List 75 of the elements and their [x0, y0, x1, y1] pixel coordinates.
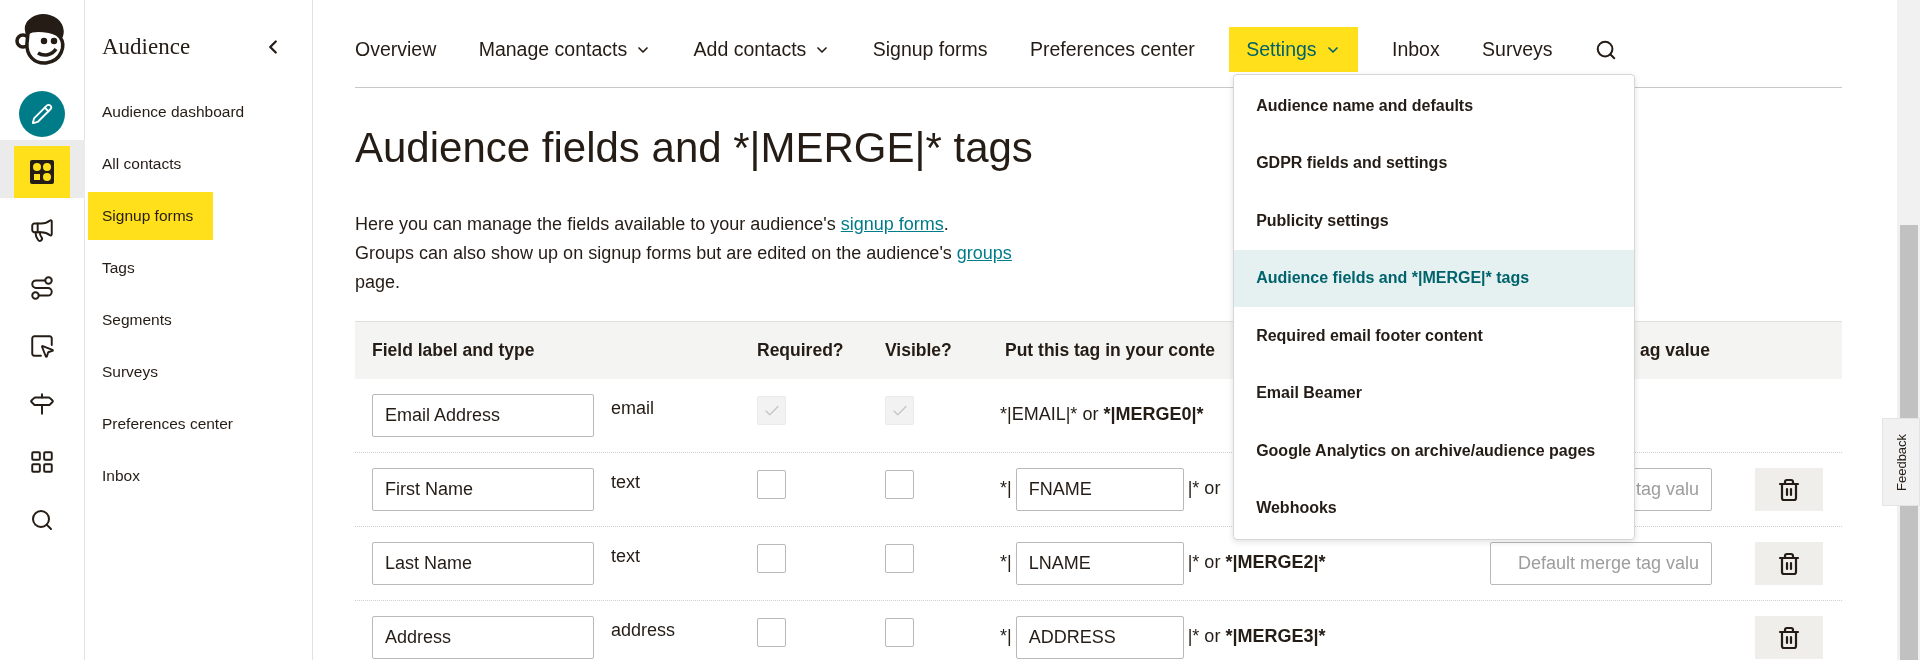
- signpost-icon[interactable]: [29, 391, 55, 417]
- nav-tab[interactable]: Manage contacts: [478, 27, 652, 72]
- trash-icon: [1777, 551, 1801, 576]
- merge-tag-input[interactable]: LNAME: [1015, 542, 1184, 585]
- merge-tag-text: |* or *|MERGE2|*: [1187, 552, 1326, 573]
- search-icon[interactable]: [30, 508, 54, 532]
- field-label-input[interactable]: First Name: [372, 468, 594, 511]
- column-header: Visible?: [884, 340, 953, 361]
- required-checkbox[interactable]: [757, 618, 786, 647]
- delete-button[interactable]: [1755, 616, 1823, 659]
- sidebar-item[interactable]: All contacts: [88, 140, 202, 188]
- merge-tag-input[interactable]: ADDRESS: [1015, 616, 1184, 659]
- field-label-input[interactable]: Address: [372, 616, 594, 659]
- delete-button[interactable]: [1755, 542, 1823, 585]
- nav-tab[interactable]: Add contacts: [693, 27, 831, 72]
- window-cursor-icon[interactable]: [29, 333, 55, 359]
- megaphone-icon[interactable]: [29, 217, 55, 243]
- sidebar-item[interactable]: Segments: [88, 296, 192, 344]
- route-icon[interactable]: [29, 275, 55, 301]
- tag-prefix: *|: [1000, 552, 1012, 573]
- text-link[interactable]: signup forms: [840, 214, 944, 234]
- sidebar-item[interactable]: Audience dashboard: [88, 88, 265, 136]
- sidebar-item[interactable]: Tags: [88, 244, 155, 292]
- field-type: address: [611, 620, 676, 641]
- page-title: Audience fields and *|MERGE|* tags: [355, 124, 1033, 172]
- pencil-icon: [31, 103, 53, 125]
- menu-item[interactable]: Webhooks: [1234, 479, 1635, 537]
- visible-checkbox[interactable]: [885, 544, 914, 573]
- field-type: email: [611, 398, 654, 419]
- default-value-input[interactable]: Default merge tag valu: [1490, 542, 1712, 585]
- sidebar-title: Audience: [102, 34, 191, 60]
- column-header: Put this tag in your conte: [1004, 340, 1216, 361]
- merge-tag-text: |* or *|MERGE3|*: [1187, 626, 1326, 647]
- nav-tab[interactable]: Overview: [355, 27, 437, 72]
- menu-item[interactable]: Email Beamer: [1234, 364, 1635, 422]
- sidebar-item[interactable]: Surveys: [88, 348, 178, 396]
- visible-checkbox[interactable]: [885, 470, 914, 499]
- menu-item[interactable]: Audience name and defaults: [1234, 77, 1635, 135]
- field-type: text: [611, 546, 640, 567]
- search-icon[interactable]: [1594, 38, 1617, 61]
- grid-icon[interactable]: [29, 449, 55, 475]
- menu-item[interactable]: Publicity settings: [1234, 192, 1635, 250]
- column-header: Field label and type: [371, 340, 536, 361]
- tag-prefix: *|: [1000, 626, 1012, 647]
- column-header: Required?: [756, 340, 845, 361]
- sidebar-item[interactable]: Signup forms: [88, 192, 214, 240]
- menu-item[interactable]: Google Analytics on archive/audience pages: [1234, 422, 1635, 480]
- tag-prefix: *|: [1000, 478, 1012, 499]
- menu-item[interactable]: Required email footer content: [1234, 307, 1635, 365]
- intro-text: Here you can manage the fields available to your audience's signup forms. Groups can also show up on signup forms but are edited on the audience's groups page.: [355, 213, 1012, 294]
- field-label-input[interactable]: Last Name: [372, 542, 594, 585]
- field-type: text: [611, 472, 640, 493]
- trash-icon: [1777, 477, 1801, 502]
- nav-tab[interactable]: Inbox: [1392, 27, 1440, 72]
- merge-tag-text: *|EMAIL|* or *|MERGE0|*: [1000, 404, 1204, 425]
- nav-tab[interactable]: Signup forms: [872, 27, 988, 72]
- visible-checkbox[interactable]: [885, 618, 914, 647]
- create-button[interactable]: [19, 91, 65, 137]
- sidebar-item[interactable]: Inbox: [88, 452, 160, 500]
- merge-tag-text: |* or: [1187, 478, 1221, 499]
- text-link[interactable]: groups: [956, 243, 1012, 263]
- required-checkbox[interactable]: [757, 470, 786, 499]
- menu-item[interactable]: GDPR fields and settings: [1234, 134, 1635, 192]
- sidebar-item[interactable]: Preferences center: [88, 400, 253, 448]
- feedback-tab[interactable]: Feedback: [1882, 418, 1920, 506]
- column-header: ag value: [1638, 340, 1711, 361]
- merge-tag-input[interactable]: FNAME: [1015, 468, 1184, 511]
- nav-tab[interactable]: Preferences center: [1030, 27, 1195, 72]
- nav-tab[interactable]: Surveys: [1482, 27, 1553, 72]
- nav-tab[interactable]: Settings: [1229, 27, 1358, 72]
- audience-icon[interactable]: [27, 157, 57, 187]
- menu-item[interactable]: Audience fields and *|MERGE|* tags: [1234, 249, 1635, 307]
- trash-icon: [1777, 625, 1801, 650]
- delete-button[interactable]: [1755, 468, 1823, 511]
- required-checkbox[interactable]: [757, 544, 786, 573]
